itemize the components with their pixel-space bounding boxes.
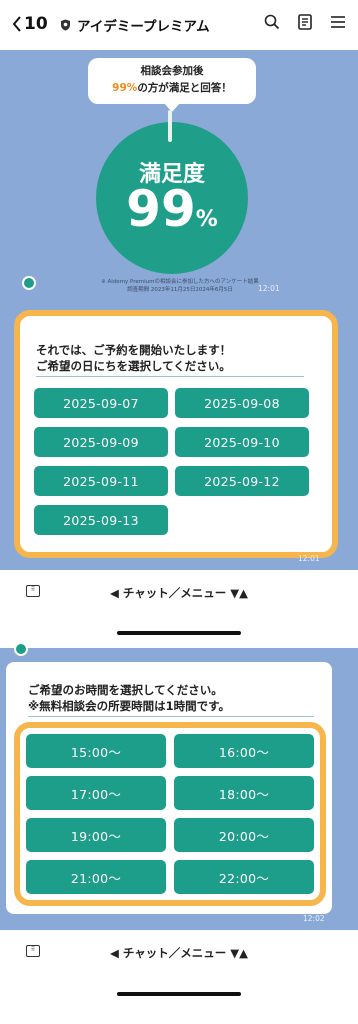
chat-menu-bar: ⠿ ◀ チャット／メニュー ▼▲ (0, 570, 358, 618)
date-card-time: 12:01 (298, 554, 320, 563)
time-card-line1: ご希望のお時間を選択してください。 (28, 683, 223, 697)
chat-title: アイデミープレミアム (60, 15, 210, 35)
chat-area-bottom[interactable]: ご希望のお時間を選択してください。 ※無料相談会の所要時間は1時間です。 15:… (0, 642, 358, 930)
chat-title-text: アイデミープレミアム (77, 19, 210, 35)
chat-menu-bar: ⠿ ◀ チャット／メニュー ▼▲ (0, 930, 358, 978)
home-indicator (117, 631, 241, 635)
gauge-unit: % (195, 207, 218, 232)
unread-count: 10 (24, 14, 48, 34)
message-time: 12:01 (258, 284, 280, 293)
chat-header: 10 アイデミープレミアム (0, 0, 358, 50)
shield-icon (61, 19, 70, 31)
notes-icon[interactable] (298, 14, 312, 30)
time-card-divider (28, 716, 314, 717)
date-highlight-frame (14, 310, 338, 558)
menu-icon[interactable] (330, 15, 346, 29)
speech-line1: 相談会参加後 (140, 65, 204, 77)
speech-line2: 99%の方が満足と回答！ (88, 80, 256, 97)
back-button[interactable]: 10 (12, 14, 48, 34)
home-indicator (117, 992, 241, 996)
satisfaction-gauge: 満足度 99% (96, 122, 248, 274)
chat-menu-toggle[interactable]: ◀ チャット／メニュー ▼▲ (0, 945, 358, 961)
gauge-needle (168, 110, 172, 142)
time-highlight-frame (14, 722, 326, 906)
bot-avatar[interactable] (22, 276, 36, 290)
chevron-left-icon (12, 16, 21, 32)
speech-line2-text: の方が満足と回答！ (137, 82, 232, 94)
speech-percent: 99% (112, 82, 138, 94)
bot-avatar[interactable] (14, 642, 28, 656)
time-card-line2: ※無料相談会の所要時間は1時間です。 (28, 699, 231, 713)
time-card-time: 12:02 (303, 914, 325, 923)
gauge-value: 99% (96, 180, 248, 238)
search-icon[interactable] (264, 14, 280, 30)
gauge-number: 99 (126, 180, 196, 238)
chat-area-top[interactable]: 相談会参加後 99%の方が満足と回答！ 満足度 99% ※ Aidemy Pre… (0, 50, 358, 570)
chat-menu-toggle[interactable]: ◀ チャット／メニュー ▼▲ (0, 585, 358, 601)
promo-speech-bubble: 相談会参加後 99%の方が満足と回答！ (88, 58, 256, 112)
promo-image[interactable]: 相談会参加後 99%の方が満足と回答！ 満足度 99% ※ Aidemy Pre… (20, 52, 328, 320)
